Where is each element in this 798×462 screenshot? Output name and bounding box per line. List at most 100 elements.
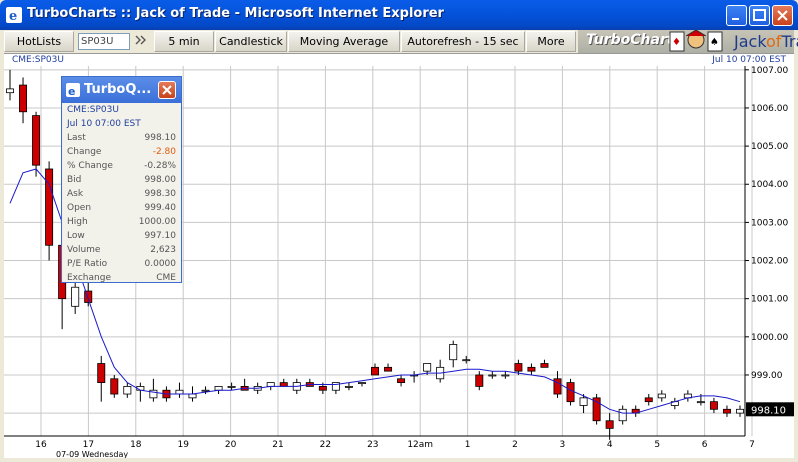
- candle-down: [97, 363, 106, 383]
- svg-text:♠: ♠: [710, 37, 719, 48]
- ie-logo-icon: e: [6, 7, 22, 23]
- quote-row: P/E Ratio 0.0000: [66, 259, 178, 273]
- y-tick-label: 1004.00: [751, 180, 788, 190]
- quote-symbol: CME:SP03U: [67, 105, 119, 115]
- quote-value: 998.30: [144, 189, 177, 199]
- candle-up: [488, 374, 497, 377]
- candle-up: [736, 408, 744, 414]
- candle-up: [449, 344, 458, 361]
- candle-down: [32, 115, 41, 166]
- candle-up: [188, 393, 197, 399]
- interval-button[interactable]: 5 min: [154, 31, 214, 52]
- candle-up: [344, 386, 353, 388]
- candle-down: [566, 382, 575, 403]
- quote-row: Low 997.10: [66, 231, 178, 245]
- quote-label: Ask: [67, 189, 84, 199]
- candle-up: [123, 386, 132, 395]
- quote-value: 0.0000: [144, 259, 177, 269]
- autorefresh-button[interactable]: Autorefresh - 15 sec: [401, 31, 525, 52]
- strip-symbol: CME:SP03U: [12, 55, 64, 65]
- chart-style-button[interactable]: Candlestick: [215, 31, 287, 52]
- quote-row: Open 999.40: [66, 203, 178, 217]
- quote-value: 1000.00: [138, 217, 176, 227]
- x-sublabel: 07-09 Wednesday: [56, 450, 128, 458]
- quote-value: 2,623: [150, 245, 176, 255]
- close-icon: [162, 85, 172, 95]
- candle-up: [214, 386, 223, 391]
- minimize-button[interactable]: [726, 5, 747, 26]
- title-bar[interactable]: e TurboCharts :: Jack of Trade - Microso…: [0, 0, 798, 30]
- x-tick-label: 1: [465, 440, 471, 450]
- x-tick-label: 18: [130, 440, 142, 450]
- quote-label: Volume: [67, 245, 101, 255]
- candle-down: [110, 378, 119, 395]
- popup-title-bar[interactable]: e TurboQ...: [62, 77, 181, 103]
- candle-down: [279, 382, 288, 387]
- maximize-button[interactable]: [749, 5, 770, 26]
- y-tick-label: 1001.00: [751, 295, 788, 305]
- candle-up: [462, 359, 471, 362]
- chart-header-strip: CME:SP03U Jul 10 07:00 EST: [4, 53, 794, 67]
- candle-down: [397, 378, 406, 383]
- last-price-label: 998.10: [751, 405, 786, 416]
- y-tick-label: 1002.00: [751, 257, 788, 267]
- candle-down: [527, 366, 536, 372]
- x-tick-label: 20: [225, 440, 237, 450]
- candle-up: [657, 393, 666, 399]
- candle-up: [618, 408, 627, 422]
- quote-label: Exchange: [67, 273, 111, 283]
- y-tick-label: 999.00: [751, 371, 783, 381]
- quote-label: Change: [67, 147, 102, 157]
- quote-label: Last: [67, 133, 86, 143]
- candle-up: [579, 397, 588, 406]
- indicator-button[interactable]: Moving Average: [288, 31, 400, 52]
- more-button[interactable]: More: [526, 31, 576, 52]
- hotlists-button[interactable]: HotLists: [4, 31, 74, 52]
- go-arrow-icon[interactable]: [132, 31, 152, 52]
- candle-up: [227, 386, 236, 388]
- quote-label: Low: [67, 231, 85, 241]
- quote-row: Ask 998.30: [66, 189, 178, 203]
- quote-value: -2.80: [152, 147, 176, 157]
- quote-label: High: [67, 217, 88, 227]
- quote-row: % Change -0.28%: [66, 161, 178, 175]
- quote-label: P/E Ratio: [67, 259, 108, 269]
- maximize-icon: [753, 9, 766, 21]
- quote-row: Last 998.10: [66, 133, 178, 147]
- x-tick-label: 6: [702, 440, 708, 450]
- quote-details: CME:SP03U Jul 10 07:00 EST Last 998.10 Cha…: [63, 103, 181, 283]
- candle-down: [709, 401, 718, 410]
- candle-up: [266, 382, 275, 387]
- popup-title: TurboQ...: [84, 82, 152, 97]
- x-tick-label: 19: [177, 440, 189, 450]
- quote-row: Exchange CME: [66, 273, 178, 283]
- quote-label: Open: [67, 203, 92, 213]
- quote-row: Bid 998.00: [66, 175, 178, 189]
- candle-up: [696, 401, 705, 404]
- candle-down: [19, 84, 28, 113]
- logo-text: JackofTrad: [734, 32, 798, 51]
- quote-row: Volume 2,623: [66, 245, 178, 259]
- candle-down: [45, 168, 54, 246]
- quote-label: Bid: [67, 175, 82, 185]
- y-tick-label: 1003.00: [751, 218, 788, 228]
- jester-logo-icon: ♦ ♠: [669, 30, 723, 52]
- y-tick-label: 1005.00: [751, 142, 788, 152]
- x-tick-label: 22: [320, 440, 331, 450]
- brand-banner: TurboCharts ♦ ♠ JackofTrad: [578, 30, 798, 53]
- candle-down: [644, 397, 653, 403]
- symbol-input[interactable]: SP03U: [78, 33, 130, 50]
- candle-up: [357, 382, 366, 384]
- quote-value: 997.10: [144, 231, 177, 241]
- x-tick-label: 16: [35, 440, 47, 450]
- popup-close-button[interactable]: [158, 81, 176, 99]
- ie-page-icon: e: [66, 83, 80, 97]
- quote-row: High 1000.00: [66, 217, 178, 231]
- strip-datetime: Jul 10 07:00 EST: [712, 55, 786, 65]
- close-button[interactable]: [772, 5, 793, 26]
- window-title: TurboCharts :: Jack of Trade - Microsoft…: [27, 6, 444, 21]
- quote-value: CME: [156, 273, 176, 283]
- candle-up: [175, 389, 184, 395]
- y-tick-label: 1000.00: [751, 333, 788, 343]
- quote-value: 998.00: [144, 175, 177, 185]
